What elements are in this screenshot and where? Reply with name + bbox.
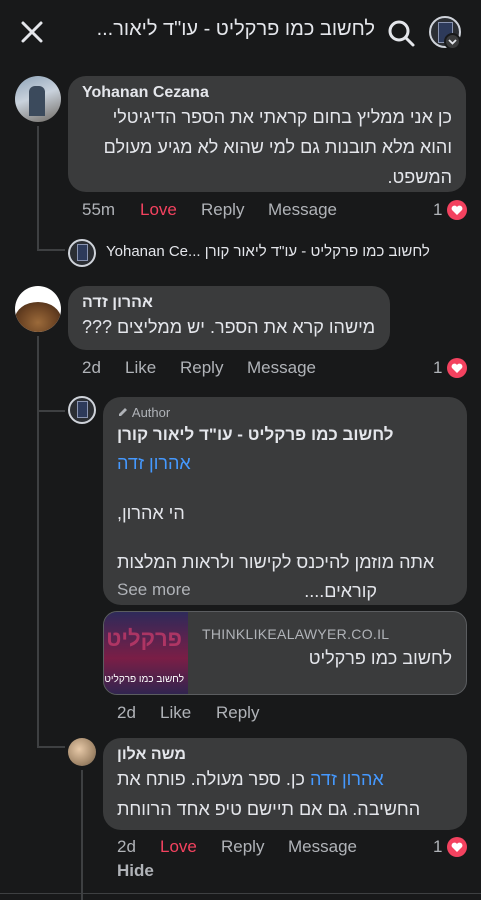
comment-text: קוראים....: [304, 581, 377, 601]
timestamp: 2d: [117, 837, 136, 856]
mention-link[interactable]: אהרון זדה: [310, 769, 384, 789]
comment-text: הי אהרון,: [117, 503, 185, 523]
reaction-count: 1: [433, 837, 443, 856]
thread-line: [37, 336, 39, 746]
message-button[interactable]: Message: [247, 358, 316, 378]
comment-actions: 55m Love Reply Message: [82, 200, 382, 222]
like-button[interactable]: Like: [160, 703, 191, 723]
comment-text: והוא מלא תובנות גם למי שהוא לא מגיע מעול…: [103, 137, 452, 157]
timestamp: 2d: [82, 358, 101, 377]
search-icon[interactable]: [386, 18, 416, 48]
love-button[interactable]: Love: [160, 837, 197, 857]
reaction-count: 1: [433, 200, 443, 219]
comment-text: אתה מוזמן להיכנס לקישור ולראות המלצות: [117, 552, 435, 572]
thread-line: [37, 126, 39, 250]
post-title: לחשוב כמו פרקליט - עו"ד ליאור...: [96, 18, 375, 40]
pencil-icon: [119, 408, 127, 416]
author-badge: Author: [117, 405, 170, 420]
message-button[interactable]: Message: [268, 200, 337, 220]
heart-icon[interactable]: [447, 358, 467, 378]
thread-line: [81, 770, 83, 900]
page-avatar-small: [68, 239, 96, 267]
timestamp: 55m: [82, 200, 116, 219]
link-title: לחשוב כמו פרקליט: [308, 648, 452, 668]
reply-button[interactable]: Reply: [221, 837, 264, 857]
comment-actions: 2d Love Reply Message: [117, 837, 397, 859]
link-preview-card[interactable]: פרקליט לחשוב כמו פרקליט THINKLIKEALAWYER…: [103, 611, 467, 695]
reply-preview[interactable]: Yohanan Ce... לחשוב כמו פרקליט - עו"ד לי…: [68, 239, 468, 267]
link-thumbnail: פרקליט לחשוב כמו פרקליט: [104, 612, 188, 694]
comment-actions: 2d Like Reply: [117, 703, 377, 725]
reply-button[interactable]: Reply: [180, 358, 223, 378]
link-domain: THINKLIKEALAWYER.CO.IL: [202, 626, 390, 642]
reaction-count: 1: [433, 358, 443, 377]
thread-line: [37, 410, 65, 412]
comment-bubble: אהרון זדה מישהו קרא את הספר. יש ממליצים …: [68, 286, 390, 350]
comment-bubble: Yohanan Cezana כן אני ממליץ בחום קראתי א…: [68, 76, 466, 192]
comment-bubble: משה אלון אהרון זדה כן. ספר מעולה. פותח א…: [103, 738, 467, 830]
page-avatar-small[interactable]: [68, 396, 96, 424]
thread-line: [37, 249, 65, 251]
comment-text-rest: כן. ספר מעולה. פותח את: [117, 769, 310, 789]
comment-text: כן אני ממליץ בחום קראתי את הספר הדיגיטלי: [112, 107, 452, 127]
top-bar: לחשוב כמו פרקליט - עו"ד ליאור...: [0, 0, 481, 62]
avatar[interactable]: [15, 76, 61, 122]
reply-preview-text: Yohanan Ce... לחשוב כמו פרקליט - עו"ד לי…: [106, 243, 430, 260]
heart-icon[interactable]: [447, 200, 467, 220]
mention-link[interactable]: אהרון זדה: [117, 448, 457, 478]
hide-replies-button[interactable]: Hide: [117, 861, 154, 881]
comment-author[interactable]: משה אלון: [117, 746, 453, 764]
message-button[interactable]: Message: [288, 837, 357, 857]
reply-button[interactable]: Reply: [201, 200, 244, 220]
comment-actions: 2d Like Reply Message: [82, 358, 382, 380]
chevron-down-icon[interactable]: [444, 33, 461, 50]
composer-edge: [0, 893, 481, 900]
comment-text: אהרון זדה כן. ספר מעולה. פותח את: [117, 764, 453, 794]
thumbnail-title: פרקליט: [106, 626, 182, 651]
comment-author[interactable]: Yohanan Cezana: [82, 84, 452, 102]
comment-author[interactable]: לחשוב כמו פרקליט - עו"ד ליאור קורן: [117, 425, 457, 445]
author-badge-label: Author: [131, 405, 171, 420]
close-icon[interactable]: [18, 18, 46, 46]
heart-icon[interactable]: [447, 837, 467, 857]
comment-text: מישהו קרא את הספר. יש ממליצים ???: [82, 317, 376, 337]
see-more-link[interactable]: See more: [117, 580, 191, 600]
thread-line: [37, 746, 65, 748]
comment-text: המשפט.: [387, 167, 452, 187]
like-button[interactable]: Like: [125, 358, 156, 378]
avatar[interactable]: [68, 738, 96, 766]
reply-button[interactable]: Reply: [216, 703, 259, 723]
timestamp: 2d: [117, 703, 136, 722]
comment-author[interactable]: אהרון זדה: [82, 294, 376, 312]
thumbnail-caption: לחשוב כמו פרקליט: [104, 674, 184, 685]
comment-text: החשיבה. גם אם תיישם טיפ אחד הרווחת: [117, 799, 421, 819]
avatar[interactable]: [15, 286, 61, 332]
love-button[interactable]: Love: [140, 200, 177, 220]
